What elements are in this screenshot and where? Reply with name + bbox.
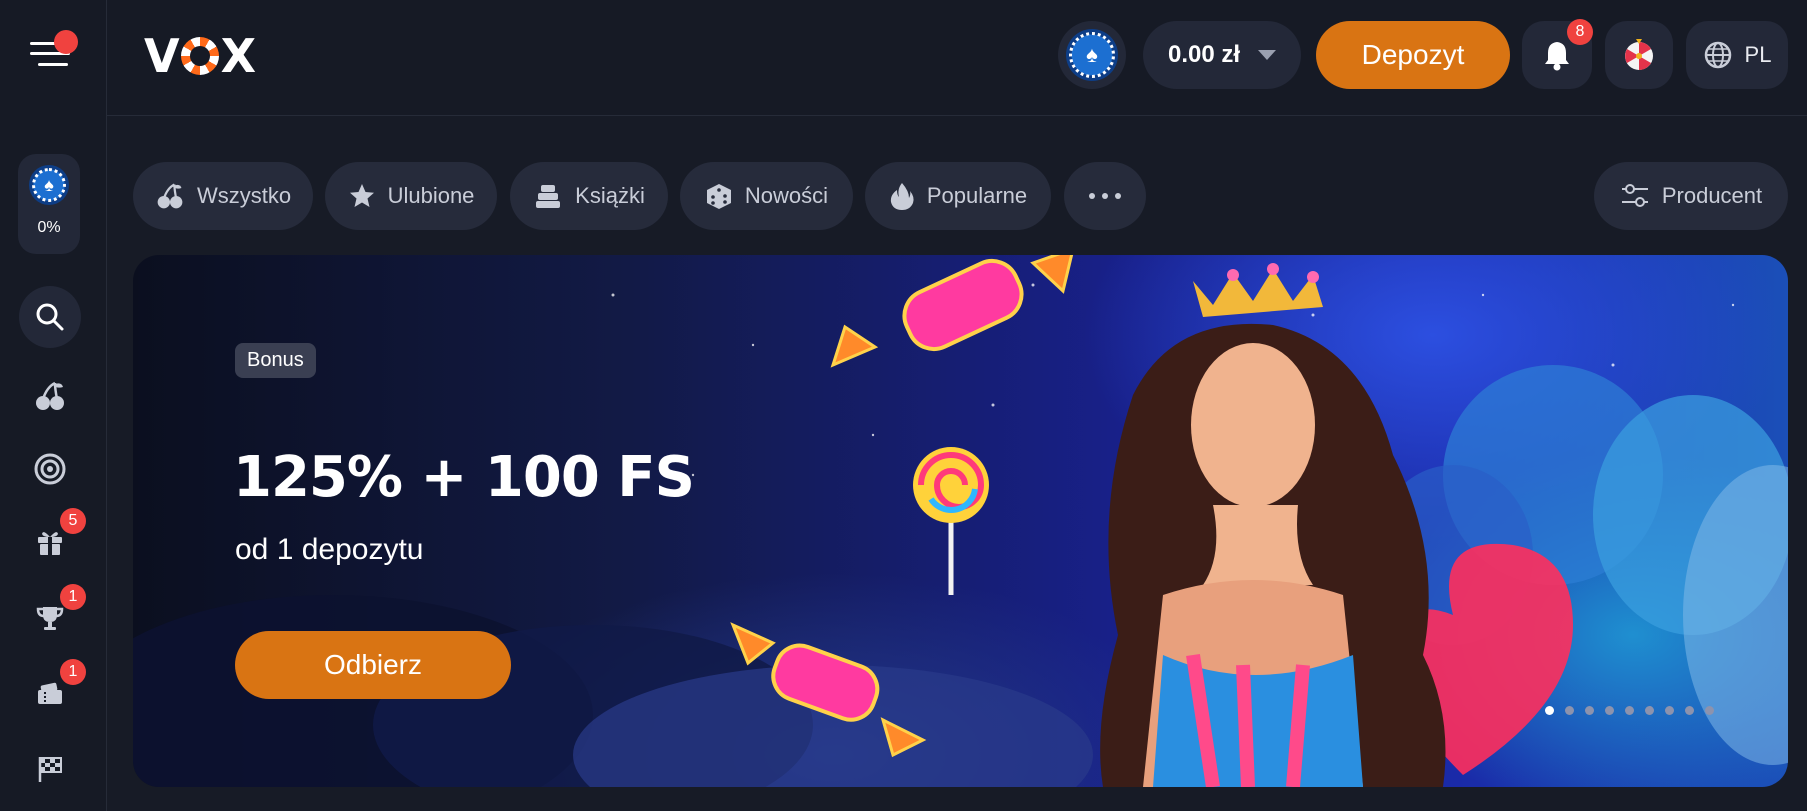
slide-dot[interactable] xyxy=(1705,706,1714,715)
bell-icon xyxy=(1545,42,1569,71)
more-dots-icon xyxy=(1089,193,1121,199)
race-flag-icon xyxy=(38,757,62,782)
dice-icon xyxy=(706,184,731,209)
tab-favorites[interactable]: Ulubione xyxy=(325,162,497,230)
language-code: PL xyxy=(1744,42,1772,67)
tab-new-label: Nowości xyxy=(744,183,829,208)
menu-toggle-button[interactable] xyxy=(26,30,78,74)
menu-notification-dot xyxy=(54,30,78,54)
claim-bonus-button[interactable]: Odbierz xyxy=(235,631,511,699)
tournaments-badge: 1 xyxy=(60,584,86,610)
fire-icon xyxy=(890,183,914,210)
search-icon xyxy=(36,303,64,331)
logo-letter-v: V xyxy=(144,29,180,83)
tab-popular[interactable]: Popularne xyxy=(865,162,1051,230)
candy-top xyxy=(830,255,1074,368)
sidebar-item-races[interactable] xyxy=(28,747,72,791)
tab-books[interactable]: Książki xyxy=(510,162,668,230)
slider-pagination xyxy=(1545,706,1714,715)
slide-dot[interactable] xyxy=(1565,706,1574,715)
sidebar: ♠ 0% 5 1 1 xyxy=(0,0,107,811)
slide-dot[interactable] xyxy=(1645,706,1654,715)
sidebar-item-tournaments[interactable]: 1 xyxy=(28,584,86,640)
tab-popular-label: Popularne xyxy=(926,183,1028,208)
language-selector[interactable]: PL xyxy=(1686,21,1788,89)
slide-dot[interactable] xyxy=(1665,706,1674,715)
logo-chip-icon xyxy=(180,37,219,75)
fortune-wheel-icon xyxy=(1625,39,1653,70)
loyalty-percent: 0% xyxy=(37,219,61,236)
star-icon xyxy=(349,184,374,207)
loyalty-chip-button[interactable]: ♠ xyxy=(1058,21,1126,89)
provider-filter-label: Producent xyxy=(1661,183,1763,208)
bonus-tag: Bonus xyxy=(235,343,316,378)
deposit-button[interactable]: Depozyt xyxy=(1316,21,1510,89)
slide-dot[interactable] xyxy=(1685,706,1694,715)
notifications-button[interactable]: 8 xyxy=(1522,19,1593,89)
slide-dot[interactable] xyxy=(1585,706,1594,715)
more-categories-button[interactable] xyxy=(1064,162,1146,230)
lollipop xyxy=(913,447,989,595)
balance-amount: 0.00 zł xyxy=(1167,41,1241,68)
lotteries-badge: 1 xyxy=(60,659,86,685)
tab-books-label: Książki xyxy=(575,183,645,208)
books-icon xyxy=(536,185,561,208)
balance-dropdown[interactable]: 0.00 zł xyxy=(1143,21,1301,89)
cherry-icon xyxy=(36,381,64,410)
slide-dot[interactable] xyxy=(1625,706,1634,715)
poker-chip-icon: ♠ xyxy=(29,165,69,205)
slide-dot[interactable] xyxy=(1545,706,1554,715)
roulette-icon xyxy=(34,453,66,485)
notifications-badge: 8 xyxy=(1567,19,1593,45)
tab-favorites-label: Ulubione xyxy=(387,183,475,208)
promo-banner[interactable]: Bonus 125% + 100 FS od 1 depozytu Odbier… xyxy=(133,255,1788,787)
globe-icon xyxy=(1704,41,1731,69)
chevron-down-icon xyxy=(1258,50,1277,60)
search-button[interactable] xyxy=(19,286,81,348)
bonuses-badge: 5 xyxy=(60,508,86,534)
gift-icon xyxy=(38,532,62,555)
tab-all[interactable]: Wszystko xyxy=(133,162,313,230)
tab-new[interactable]: Nowości xyxy=(680,162,853,230)
slide-dot[interactable] xyxy=(1605,706,1614,715)
cherry-icon xyxy=(157,183,183,209)
sidebar-item-slots[interactable] xyxy=(28,374,72,418)
logo-letter-x: X xyxy=(220,29,256,83)
filter-sliders-icon xyxy=(1621,184,1648,207)
sidebar-item-lotteries[interactable]: 1 xyxy=(28,659,86,715)
trophy-icon xyxy=(36,607,64,630)
sidebar-item-live-casino[interactable] xyxy=(28,447,72,491)
character-illustration xyxy=(1100,263,1446,787)
banner-artwork xyxy=(133,255,1788,787)
sidebar-item-bonuses[interactable]: 5 xyxy=(28,508,86,564)
site-logo[interactable]: VX xyxy=(144,29,256,83)
loyalty-progress-card[interactable]: ♠ 0% xyxy=(18,154,80,254)
fortune-wheel-button[interactable] xyxy=(1605,21,1673,89)
banner-subline: od 1 depozytu xyxy=(235,533,424,566)
provider-filter-button[interactable]: Producent xyxy=(1594,162,1788,230)
tickets-icon xyxy=(38,682,62,704)
tab-all-label: Wszystko xyxy=(196,183,292,208)
banner-headline: 125% + 100 FS xyxy=(233,445,695,510)
menu-bar xyxy=(38,63,68,66)
poker-chip-icon: ♠ xyxy=(1066,29,1118,81)
